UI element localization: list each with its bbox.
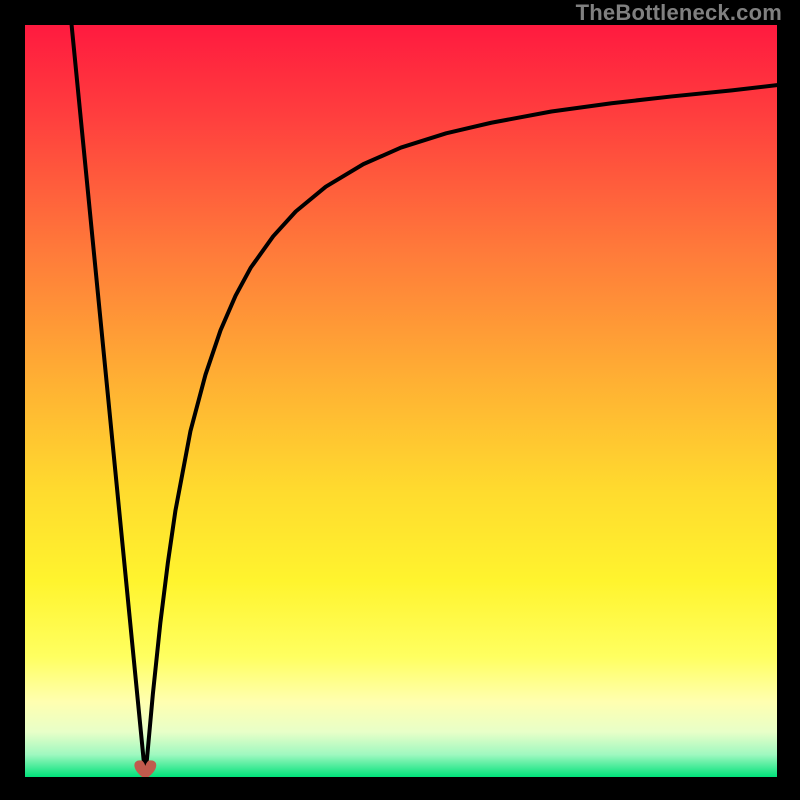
watermark-text: TheBottleneck.com — [576, 0, 782, 26]
chart-frame: TheBottleneck.com — [0, 0, 800, 800]
plot-svg — [25, 25, 777, 777]
plot-area — [25, 25, 777, 777]
gradient-background — [25, 25, 777, 777]
